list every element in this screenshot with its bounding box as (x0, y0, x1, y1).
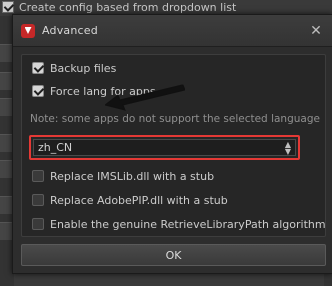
close-icon[interactable]: ✕ (308, 23, 324, 39)
replace-adobepip-checkbox[interactable] (32, 194, 44, 206)
language-select[interactable]: zh_CN ▲ ▼ (33, 139, 296, 156)
background-create-config-label: Create config based from dropdown list (19, 0, 237, 14)
backup-files-label: Backup files (50, 61, 117, 75)
replace-imslib-label: Replace IMSLib.dll with a stub (50, 169, 215, 183)
arrow-pointer-icon (105, 84, 185, 111)
enable-retrieve-label: Enable the genuine RetrieveLibraryPath a… (50, 217, 326, 231)
dialog-titlebar[interactable]: Advanced ✕ (13, 15, 332, 47)
backup-files-checkbox[interactable] (32, 62, 44, 74)
backup-files-option[interactable]: Backup files (32, 61, 116, 75)
language-select-value: zh_CN (38, 141, 73, 154)
replace-adobepip-label: Replace AdobePIP.dll with a stub (50, 193, 228, 207)
replace-imslib-option[interactable]: Replace IMSLib.dll with a stub (32, 169, 214, 183)
force-lang-checkbox[interactable] (32, 85, 44, 97)
language-support-note: Note: some apps do not support the selec… (30, 113, 320, 125)
enable-retrieve-checkbox[interactable] (32, 218, 44, 230)
language-select-highlight: zh_CN ▲ ▼ (29, 135, 300, 160)
advanced-dialog: Advanced ✕ Backup files Force lang for a… (12, 14, 332, 274)
dialog-title: Advanced (42, 24, 98, 37)
select-arrows-icon: ▲ ▼ (284, 139, 291, 156)
background-create-config-row[interactable]: Create config based from dropdown list (2, 0, 236, 14)
enable-retrieve-option[interactable]: Enable the genuine RetrieveLibraryPath a… (32, 217, 326, 231)
adobe-logo-icon (21, 23, 35, 38)
ok-button[interactable]: OK (21, 244, 326, 266)
replace-imslib-checkbox[interactable] (32, 170, 44, 182)
replace-adobepip-option[interactable]: Replace AdobePIP.dll with a stub (32, 193, 228, 207)
background-create-config-checkbox[interactable] (2, 1, 14, 13)
